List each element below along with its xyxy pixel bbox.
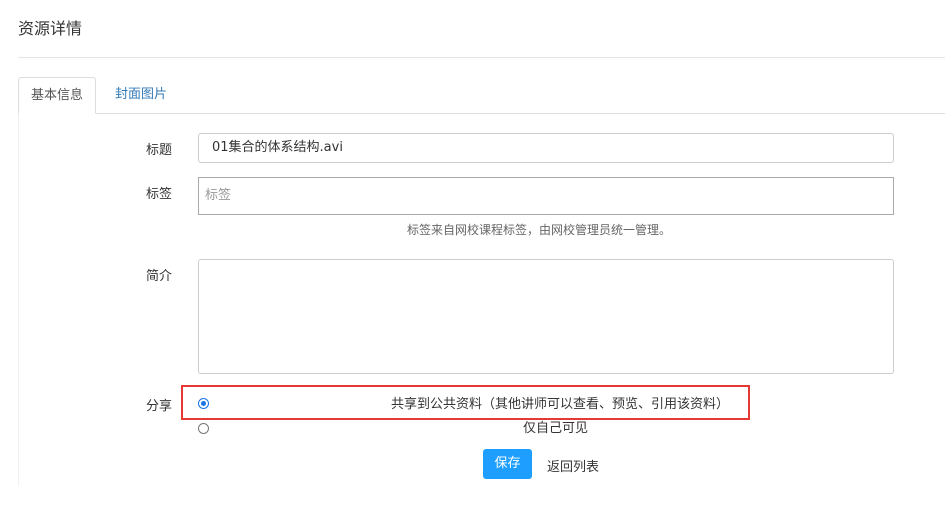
tab-cover-image[interactable]: 封面图片 — [111, 77, 171, 114]
intro-textarea[interactable] — [198, 259, 894, 374]
back-to-list-link[interactable]: 返回列表 — [547, 456, 599, 475]
tag-label: 标签 — [146, 187, 173, 202]
share-label: 分享 — [146, 399, 173, 414]
title-divider — [18, 57, 945, 58]
tab-basic-info[interactable]: 基本信息 — [18, 77, 96, 114]
tab-bar: 基本信息 封面图片 — [18, 77, 945, 114]
tag-input[interactable]: 标签 — [198, 177, 894, 215]
share-private-label[interactable]: 仅自己可见 — [523, 417, 588, 436]
resource-detail-page: 资源详情 基本信息 封面图片 标题 01集合的体系结构.avi 标签 标签 标签… — [0, 0, 945, 514]
tag-help-text: 标签来自网校课程标签，由网校管理员统一管理。 — [407, 223, 672, 237]
intro-label: 简介 — [146, 269, 173, 284]
save-button[interactable]: 保存 — [483, 449, 532, 479]
share-public-label[interactable]: 共享到公共资料（其他讲师可以查看、预览、引用该资料） — [391, 393, 729, 412]
share-public-radio[interactable] — [198, 398, 209, 409]
title-input[interactable]: 01集合的体系结构.avi — [198, 133, 894, 163]
page-title: 资源详情 — [18, 19, 83, 38]
title-label: 标题 — [146, 143, 173, 158]
share-private-radio[interactable] — [198, 423, 209, 434]
